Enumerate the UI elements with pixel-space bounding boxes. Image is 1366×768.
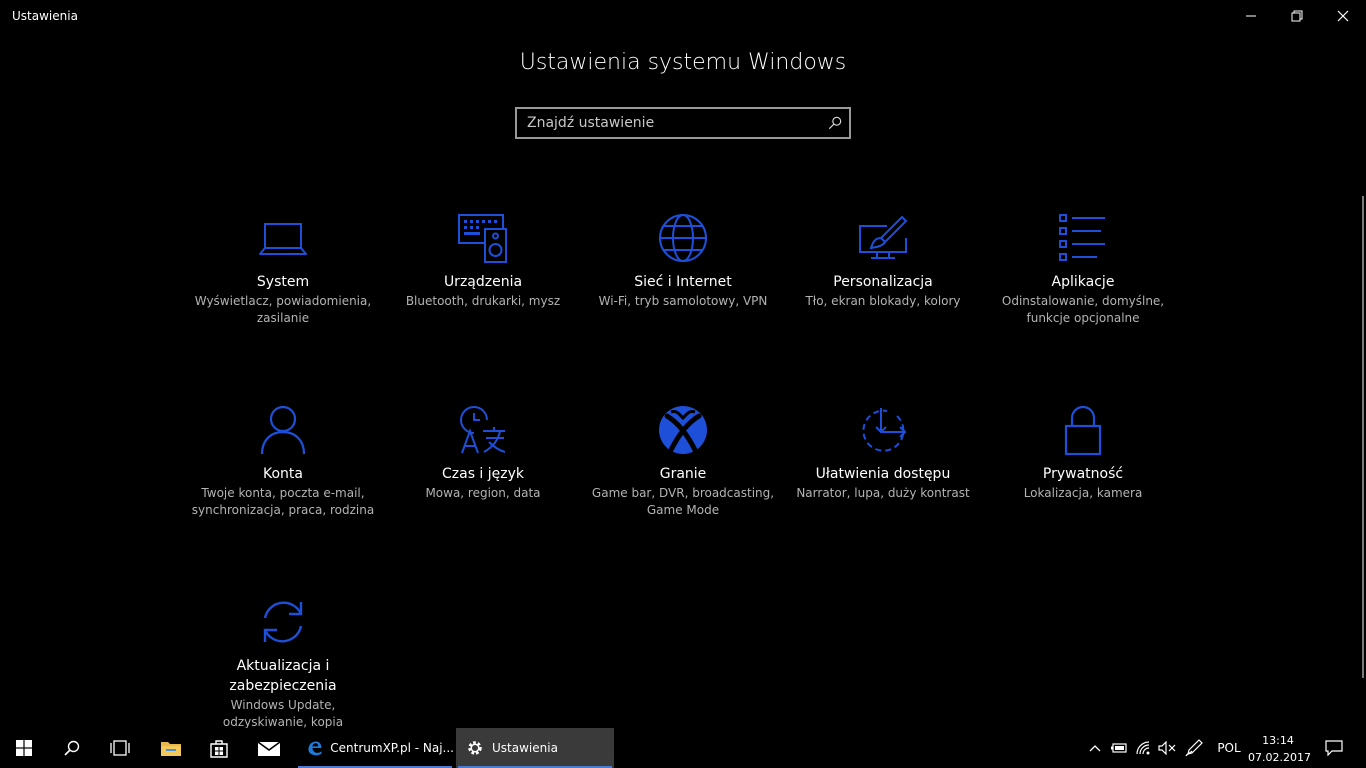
show-hidden-icons-button[interactable]: [1084, 728, 1106, 768]
person-icon: [188, 398, 378, 456]
tile-name: Konta: [263, 466, 303, 482]
tile-description: Odinstalowanie, domyślne, funkcje opcjon…: [1001, 294, 1165, 325]
devices-icon: [388, 206, 578, 264]
tile-name: Prywatność: [1042, 466, 1124, 482]
tile-devices[interactable]: Urządzenia Bluetooth, drukarki, mysz: [388, 206, 578, 310]
file-explorer-button[interactable]: [148, 728, 194, 768]
search-button[interactable]: [821, 109, 849, 137]
tile-name: System: [256, 274, 310, 290]
tile-description: Bluetooth, drukarki, mysz: [405, 294, 561, 308]
clock[interactable]: 13:14 07.02.2017: [1248, 732, 1311, 766]
input-language-label: POL: [1217, 741, 1241, 755]
search-box[interactable]: [515, 107, 851, 139]
store-bag-icon: [210, 740, 228, 758]
title-bar: Ustawienia: [0, 0, 1366, 32]
tile-description: Wyświetlacz, powiadomienia, zasilanie: [194, 294, 372, 325]
page-title: Ustawienia systemu Windows: [519, 50, 847, 75]
tile-time-language[interactable]: Czas i język Mowa, region, data: [388, 398, 578, 502]
close-button[interactable]: [1320, 0, 1366, 32]
taskbar-app-edge[interactable]: CentrumXP.pl - Naj...: [296, 728, 454, 768]
scrollbar[interactable]: [1362, 196, 1364, 678]
ease-of-access-icon: [788, 398, 978, 456]
clock-date: 07.02.2017: [1248, 751, 1311, 764]
tile-ease-of-access[interactable]: Ułatwienia dostępu Narrator, lupa, duży …: [788, 398, 978, 502]
update-sync-icon: [188, 590, 378, 648]
task-view-icon: [110, 740, 130, 756]
network-button[interactable]: [1132, 728, 1156, 768]
restore-icon: [1291, 10, 1303, 22]
laptop-icon: [188, 206, 378, 264]
tile-name: Aktualizacja i zabezpieczenia: [229, 658, 337, 694]
tile-description: Twoje konta, poczta e-mail, synchronizac…: [191, 486, 375, 517]
search-input[interactable]: [517, 109, 821, 137]
input-language-button[interactable]: POL: [1210, 728, 1248, 768]
start-button[interactable]: [0, 728, 48, 768]
action-center-button[interactable]: [1318, 728, 1350, 768]
apps-list-icon: [988, 206, 1178, 264]
tile-personalization[interactable]: Personalizacja Tło, ekran blokady, kolor…: [788, 206, 978, 310]
tile-description: Lokalizacja, kamera: [1023, 486, 1143, 500]
mail-button[interactable]: [246, 728, 292, 768]
tile-apps[interactable]: Aplikacje Odinstalowanie, domyślne, funk…: [988, 206, 1178, 327]
close-icon: [1337, 10, 1349, 22]
volume-button[interactable]: [1156, 728, 1178, 768]
tile-name: Ułatwienia dostępu: [815, 466, 951, 482]
edge-icon: [308, 741, 322, 756]
tile-description: Tło, ekran blokady, kolory: [805, 294, 961, 308]
notification-icon: [1325, 740, 1343, 756]
taskbar-app-label: CentrumXP.pl - Naj...: [330, 741, 454, 755]
search-icon: [828, 116, 842, 130]
tile-description: Windows Update, odzyskiwanie, kopia: [222, 698, 344, 729]
paint-brush-icon: [788, 206, 978, 264]
tile-description: Game bar, DVR, broadcasting, Game Mode: [591, 486, 775, 517]
wifi-icon: [1136, 741, 1150, 755]
tile-name: Aplikacje: [1051, 274, 1115, 290]
tile-name: Urządzenia: [443, 274, 523, 290]
tile-name: Personalizacja: [833, 274, 933, 290]
search-icon: [64, 740, 80, 756]
tile-network[interactable]: Sieć i Internet Wi-Fi, tryb samolotowy, …: [588, 206, 778, 310]
pen-icon: [1185, 739, 1203, 757]
tile-description: Narrator, lupa, duży kontrast: [796, 486, 970, 500]
tile-accounts[interactable]: Konta Twoje konta, poczta e-mail, synchr…: [188, 398, 378, 519]
taskbar-app-settings[interactable]: Ustawienia: [456, 728, 614, 768]
window-title: Ustawienia: [12, 9, 78, 23]
tile-privacy[interactable]: Prywatność Lokalizacja, kamera: [988, 398, 1178, 502]
xbox-icon: [588, 398, 778, 456]
battery-button[interactable]: [1108, 728, 1130, 768]
restore-button[interactable]: [1274, 0, 1320, 32]
taskbar-app-label: Ustawienia: [492, 741, 558, 755]
store-button[interactable]: [196, 728, 242, 768]
chevron-up-icon: [1089, 745, 1101, 752]
taskbar: CentrumXP.pl - Naj... Ustawienia POL 13:…: [0, 728, 1366, 768]
clock-time: 13:14: [1262, 734, 1294, 747]
search-taskbar-button[interactable]: [48, 728, 96, 768]
folder-icon: [161, 742, 181, 756]
pen-workspace-button[interactable]: [1182, 728, 1206, 768]
battery-icon: [1111, 743, 1127, 753]
volume-muted-icon: [1158, 741, 1176, 755]
globe-icon: [588, 206, 778, 264]
minimize-button[interactable]: [1228, 0, 1274, 32]
tile-name: Granie: [659, 466, 707, 482]
tile-system[interactable]: System Wyświetlacz, powiadomienia, zasil…: [188, 206, 378, 327]
tile-description: Wi-Fi, tryb samolotowy, VPN: [598, 294, 768, 308]
tile-gaming[interactable]: Granie Game bar, DVR, broadcasting, Game…: [588, 398, 778, 519]
minimize-icon: [1246, 15, 1256, 17]
task-view-button[interactable]: [96, 728, 144, 768]
tile-name: Sieć i Internet: [634, 274, 732, 290]
time-language-icon: [388, 398, 578, 456]
mail-icon: [257, 741, 281, 756]
tile-description: Mowa, region, data: [425, 486, 541, 500]
windows-logo-icon: [16, 740, 32, 756]
lock-icon: [988, 398, 1178, 456]
gear-icon: [468, 741, 482, 755]
tile-update-security[interactable]: Aktualizacja i zabezpieczenia Windows Up…: [188, 590, 378, 731]
tile-name: Czas i język: [441, 466, 525, 482]
